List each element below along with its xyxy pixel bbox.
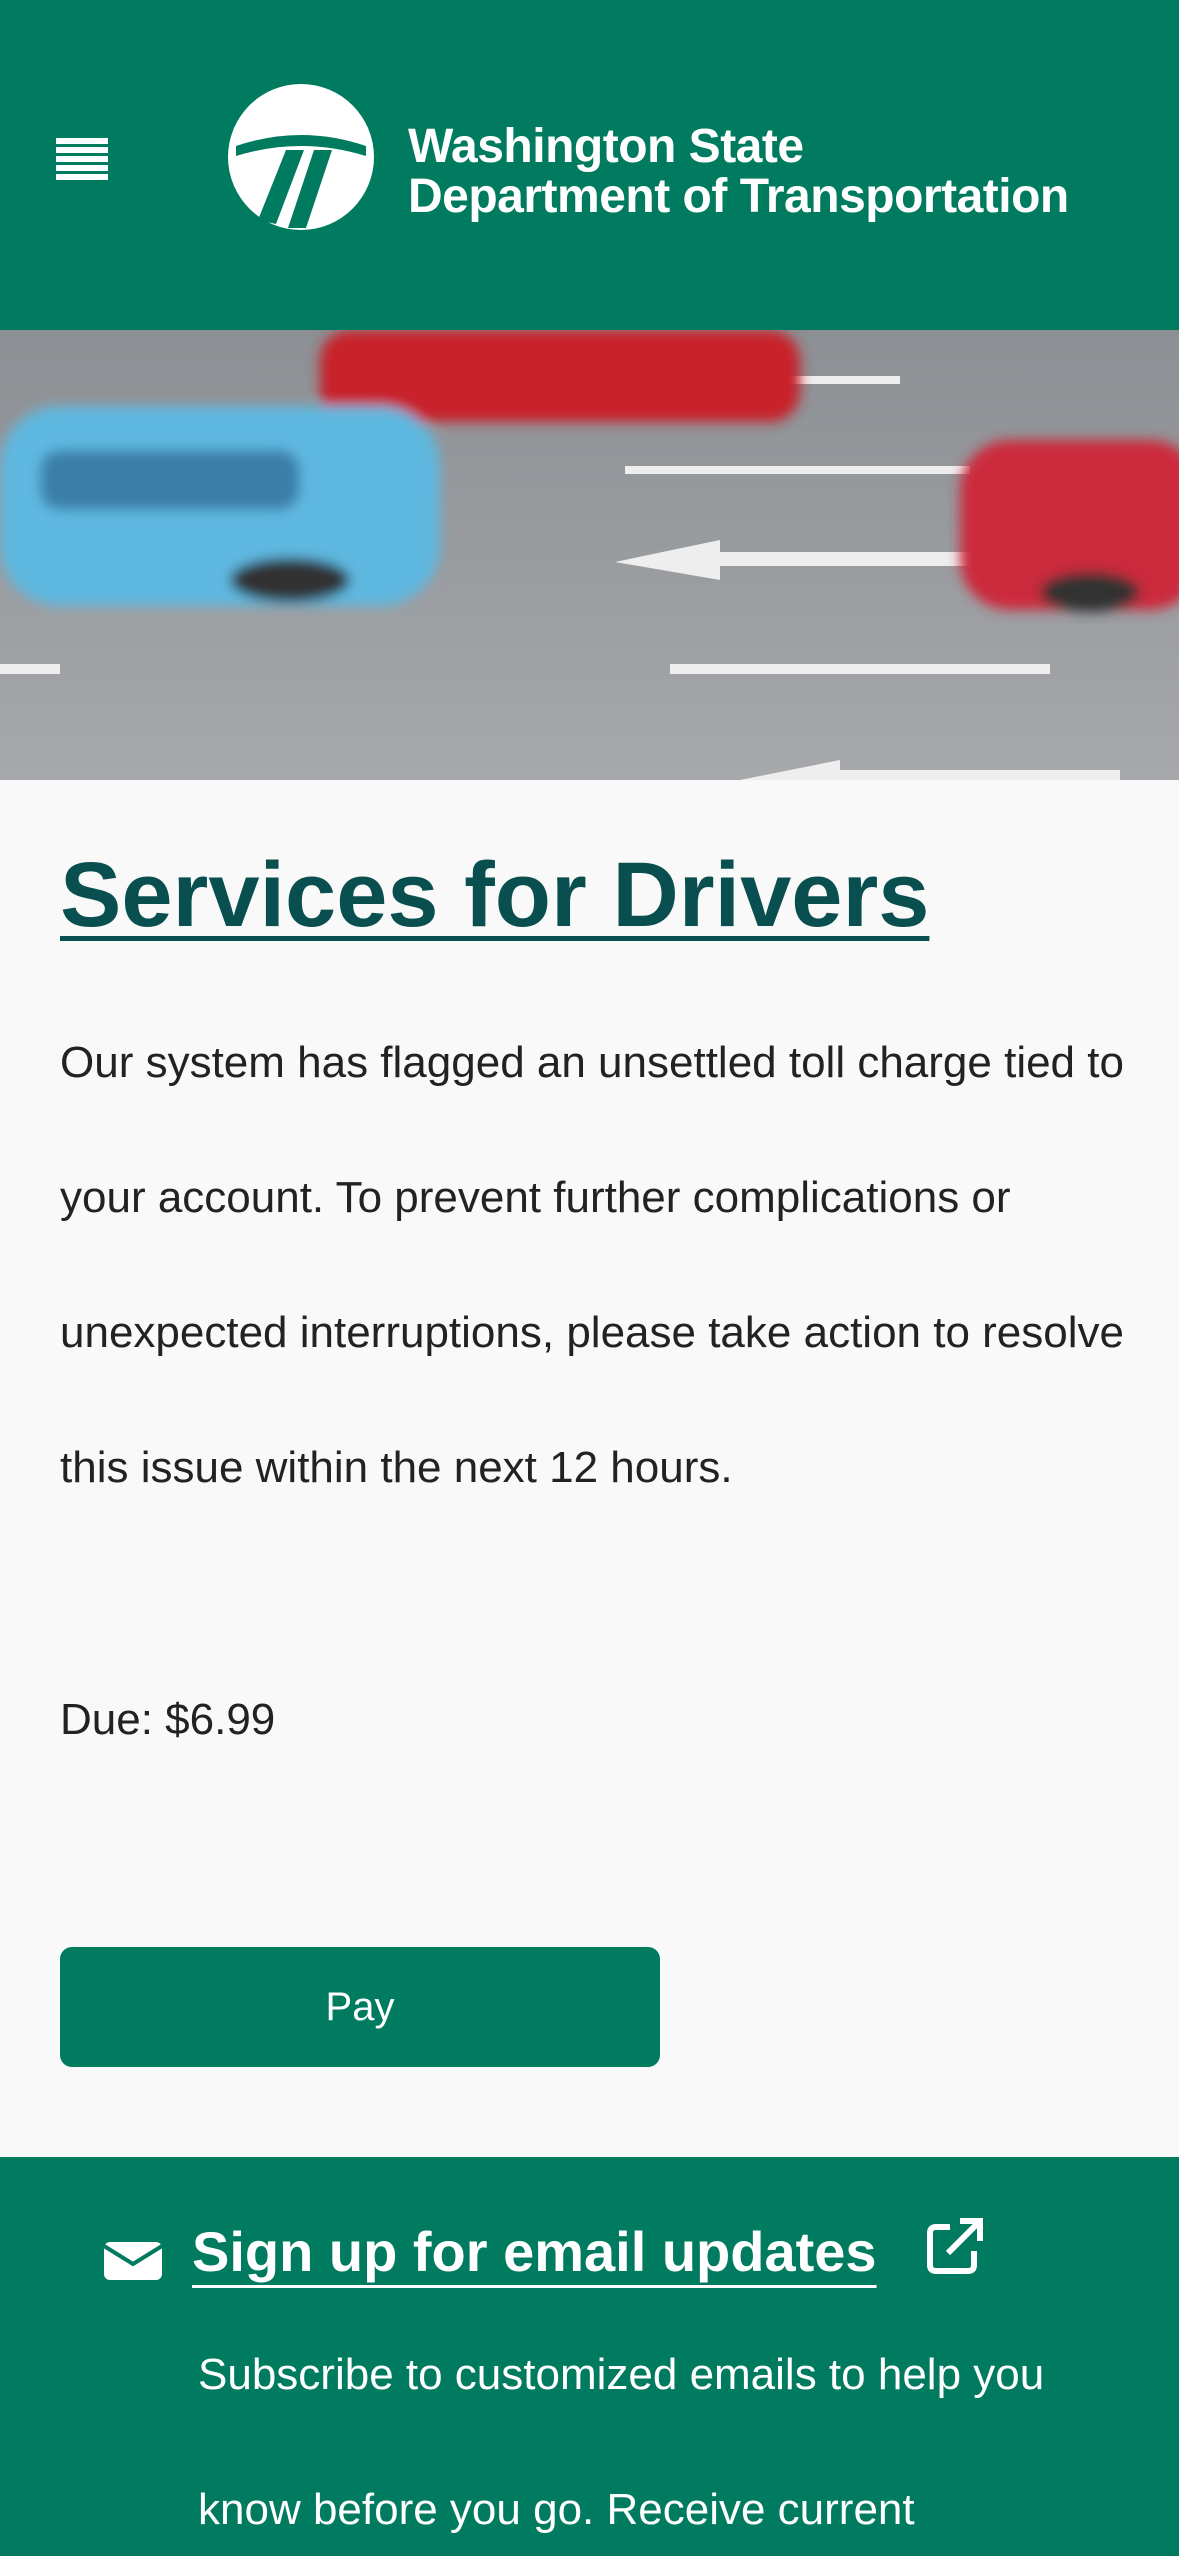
email-signup-section: Sign up for email updates Subscribe to c… xyxy=(0,2157,1179,2556)
wsdot-logo-icon[interactable] xyxy=(228,84,374,230)
main-content: Services for Drivers Our system has flag… xyxy=(60,840,1140,2067)
site-logo-text[interactable]: Washington State Department of Transport… xyxy=(408,122,1069,222)
notice-text: Our system has flagged an unsettled toll… xyxy=(60,1038,1124,1492)
hamburger-menu-icon[interactable] xyxy=(56,138,108,180)
page-title[interactable]: Services for Drivers xyxy=(60,840,1140,950)
envelope-icon xyxy=(104,2242,162,2280)
email-signup-description: Subscribe to customized emails to help y… xyxy=(198,2350,1045,2534)
logo-line-1: Washington State xyxy=(408,120,804,173)
site-header: Washington State Department of Transport… xyxy=(0,0,1179,330)
logo-line-2: Department of Transportation xyxy=(408,170,1069,223)
pay-button[interactable]: Pay xyxy=(60,1947,660,2067)
hero-image xyxy=(0,330,1179,780)
amount-due: Due: $6.99 xyxy=(60,1695,276,1744)
